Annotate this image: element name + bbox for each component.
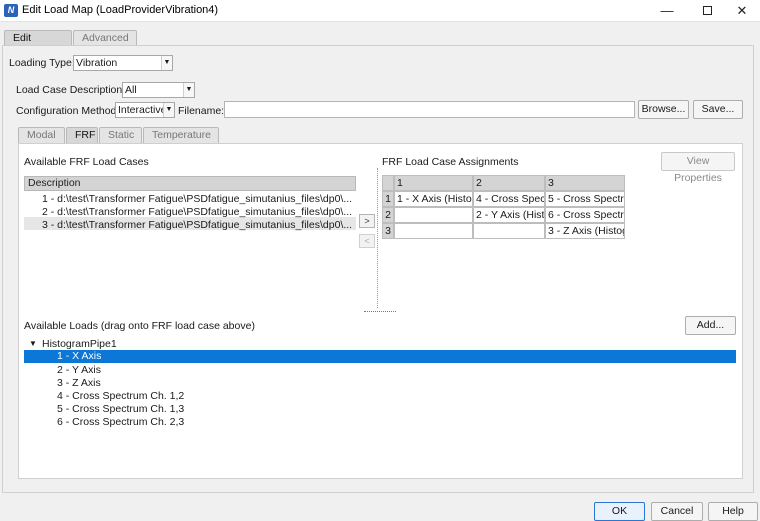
filename-input[interactable] [224,101,635,118]
config-method-value: Interactive [118,104,167,116]
chevron-down-icon: ▼ [183,83,194,97]
tree-item[interactable]: 4 - Cross Spectrum Ch. 1,2 [57,390,184,402]
tab-modal[interactable]: Modal [18,127,65,143]
loading-type-label: Loading Type: [9,57,75,69]
load-case-desc-label: Load Case Descriptions: [16,84,131,96]
description-column-header[interactable]: Description [24,176,356,191]
horizontal-splitter[interactable] [364,311,396,313]
grid-cell[interactable]: 1 - X Axis (Histogram [394,191,473,207]
view-properties-button[interactable]: View Properties [661,152,735,184]
filename-label: Filename: [178,105,225,117]
grid-row-header[interactable]: 3 [382,223,394,239]
grid-cell[interactable] [394,223,473,239]
help-button[interactable]: Help [708,502,758,521]
grid-column-header[interactable]: 1 [394,175,473,191]
assignments-title: FRF Load Case Assignments [382,156,519,168]
tree-item[interactable]: 5 - Cross Spectrum Ch. 1,3 [57,403,184,415]
grid-corner [382,175,394,191]
loading-type-select[interactable]: Vibration ▼ [73,55,173,71]
tree-item-label: 1 - X Axis [57,350,102,362]
assign-case-button[interactable]: > [359,214,375,228]
browse-button[interactable]: Browse... [638,100,689,119]
grid-cell[interactable]: 6 - Cross Spectrum [545,207,625,223]
vertical-splitter[interactable] [377,168,380,308]
grid-row-header[interactable]: 1 [382,191,394,207]
load-case-row[interactable]: 1 - d:\test\Transformer Fatigue\PSDfatig… [42,193,352,205]
add-load-button[interactable]: Add... [685,316,736,335]
grid-cell[interactable]: 2 - Y Axis (Histogram [473,207,545,223]
grid-cell[interactable] [394,207,473,223]
tree-item[interactable]: 3 - Z Axis [57,377,101,389]
grid-cell[interactable]: 4 - Cross Spectrum [473,191,545,207]
save-button[interactable]: Save... [693,100,743,119]
load-case-desc-select[interactable]: All ▼ [122,82,195,98]
tab-advanced[interactable]: Advanced [73,30,137,46]
tab-edit-loading[interactable]: Edit Loading [4,30,72,58]
chevron-down-icon: ▼ [163,103,174,117]
app-logo-icon: N [4,4,18,17]
selected-tree-item[interactable]: 1 - X Axis [24,350,736,363]
available-cases-title: Available FRF Load Cases [24,156,149,168]
grid-cell[interactable]: 3 - Z Axis (Histogram [545,223,625,239]
loading-type-value: Vibration [76,57,118,69]
tab-static[interactable]: Static [99,127,142,143]
load-case-desc-value: All [125,84,137,96]
grid-cell[interactable]: 5 - Cross Spectrum [545,191,625,207]
tree-item[interactable]: 6 - Cross Spectrum Ch. 2,3 [57,416,184,428]
grid-column-header[interactable]: 2 [473,175,545,191]
config-method-select[interactable]: Interactive ▼ [115,102,175,118]
available-loads-title: Available Loads (drag onto FRF load case… [24,320,255,332]
tab-frf[interactable]: FRF [66,127,98,143]
ok-button[interactable]: OK [594,502,645,521]
tree-group-histogrampipe1[interactable]: HistogramPipe1 [42,338,117,350]
cancel-button[interactable]: Cancel [651,502,703,521]
chevron-down-icon: ▼ [161,56,172,70]
expand-triangle-icon[interactable]: ▼ [29,339,37,348]
title-bar: N Edit Load Map (LoadProviderVibration4)… [0,0,760,22]
unassign-case-button[interactable]: < [359,234,375,248]
maximize-icon[interactable] [690,0,724,22]
grid-cell[interactable] [473,223,545,239]
tab-temperature[interactable]: Temperature [143,127,219,143]
grid-row-header[interactable]: 2 [382,207,394,223]
load-case-row[interactable]: 3 - d:\test\Transformer Fatigue\PSDfatig… [42,219,352,231]
close-icon[interactable]: ✕ [725,0,759,22]
minimize-icon[interactable]: — [650,0,684,22]
grid-column-header[interactable]: 3 [545,175,625,191]
config-method-label: Configuration Method [16,105,117,117]
window-title: Edit Load Map (LoadProviderVibration4) [22,4,219,16]
tree-item[interactable]: 2 - Y Axis [57,364,101,376]
load-case-row[interactable]: 2 - d:\test\Transformer Fatigue\PSDfatig… [42,206,352,218]
